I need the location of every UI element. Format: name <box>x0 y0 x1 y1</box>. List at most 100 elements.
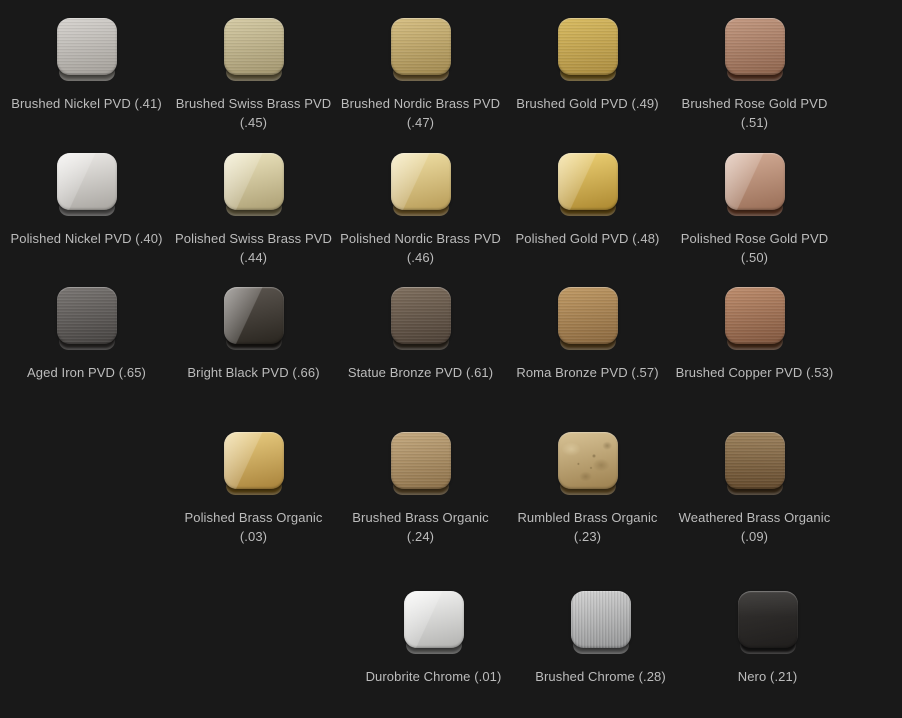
finish-swatch-face <box>391 18 451 75</box>
finish-label: Durobrite Chrome (.01) <box>366 667 502 686</box>
finish-label-line: Polished Nickel PVD (.40) <box>10 229 162 248</box>
finish-label: Brushed Swiss Brass PVD(.45) <box>176 94 331 132</box>
finish-label: Polished Gold PVD (.48) <box>516 229 660 248</box>
finish-label-line: Brushed Nordic Brass PVD <box>341 94 500 113</box>
finish-swatch <box>725 432 785 495</box>
finish-label-line: Brushed Brass Organic (.24) <box>337 508 504 546</box>
finish-label: Brushed Brass Organic (.24) <box>337 508 504 546</box>
finish-swatch-face <box>558 432 618 489</box>
finish-swatch-face <box>224 287 284 344</box>
finish-swatch <box>558 432 618 495</box>
finish-label: Brushed Rose Gold PVD (.51) <box>671 94 838 132</box>
finish-label-line: Brushed Copper PVD (.53) <box>676 363 834 382</box>
finish-option[interactable]: Polished Nickel PVD (.40) <box>3 153 170 267</box>
finish-swatch-face <box>725 287 785 344</box>
finish-label: Brushed Gold PVD (.49) <box>516 94 658 113</box>
finish-option[interactable]: Brushed Nordic Brass PVD(.47) <box>337 18 504 132</box>
finish-option[interactable]: Bright Black PVD (.66) <box>170 287 337 382</box>
finish-label: Roma Bronze PVD (.57) <box>516 363 658 382</box>
finish-swatch <box>391 432 451 495</box>
finish-swatch-face <box>725 18 785 75</box>
finish-swatch <box>224 18 284 81</box>
finish-row: Brushed Nickel PVD (.41) Brushed Swiss B… <box>0 18 902 132</box>
finish-swatch <box>391 18 451 81</box>
finish-label-line: Durobrite Chrome (.01) <box>366 667 502 686</box>
finish-option[interactable]: Roma Bronze PVD (.57) <box>504 287 671 382</box>
finish-option[interactable]: Brushed Rose Gold PVD (.51) <box>671 18 838 132</box>
finish-swatch-face <box>558 287 618 344</box>
finish-label-line: Brushed Gold PVD (.49) <box>516 94 658 113</box>
finish-option[interactable]: Nero (.21) <box>684 591 851 686</box>
finish-label: Brushed Nordic Brass PVD(.47) <box>341 94 500 132</box>
finish-swatch <box>571 591 631 654</box>
finish-swatch <box>725 153 785 216</box>
finish-option[interactable]: Rumbled Brass Organic (.23) <box>504 432 671 546</box>
finish-label-line: (.09) <box>679 527 831 546</box>
finish-swatch <box>738 591 798 654</box>
finish-option[interactable]: Brushed Copper PVD (.53) <box>671 287 838 382</box>
finish-swatch-face <box>391 287 451 344</box>
finish-row: Aged Iron PVD (.65) Bright Black PVD (.6… <box>0 287 902 382</box>
finish-label-line: Brushed Swiss Brass PVD <box>176 94 331 113</box>
finish-swatch <box>57 153 117 216</box>
finish-swatch-face <box>224 153 284 210</box>
finish-swatch <box>558 153 618 216</box>
finish-label-line: (.44) <box>175 248 332 267</box>
finish-label-line: Brushed Chrome (.28) <box>535 667 666 686</box>
finish-option[interactable]: Polished Swiss Brass PVD(.44) <box>170 153 337 267</box>
finish-swatch <box>404 591 464 654</box>
finish-label: Polished Nordic Brass PVD(.46) <box>340 229 501 267</box>
finish-row: Polished Brass Organic (.03) Brushed Bra… <box>0 432 902 546</box>
finish-option[interactable]: Statue Bronze PVD (.61) <box>337 287 504 382</box>
finish-option[interactable]: Polished Nordic Brass PVD(.46) <box>337 153 504 267</box>
finish-label: Statue Bronze PVD (.61) <box>348 363 493 382</box>
finish-label-line: Weathered Brass Organic <box>679 508 831 527</box>
finish-swatch <box>224 153 284 216</box>
finish-option[interactable]: Aged Iron PVD (.65) <box>3 287 170 382</box>
finish-swatch <box>391 153 451 216</box>
finish-label-line: Aged Iron PVD (.65) <box>27 363 146 382</box>
finish-option[interactable]: Durobrite Chrome (.01) <box>350 591 517 686</box>
finish-label: Nero (.21) <box>738 667 798 686</box>
finish-swatch <box>391 287 451 350</box>
finish-swatch-face <box>738 591 798 648</box>
finish-label-line: Rumbled Brass Organic (.23) <box>504 508 671 546</box>
finish-swatch-face <box>224 18 284 75</box>
finish-label: Aged Iron PVD (.65) <box>27 363 146 382</box>
finish-swatch-face <box>558 18 618 75</box>
finish-label-line: Polished Gold PVD (.48) <box>516 229 660 248</box>
finish-swatch-face <box>391 432 451 489</box>
finish-option[interactable]: Brushed Chrome (.28) <box>517 591 684 686</box>
finish-option[interactable]: Brushed Brass Organic (.24) <box>337 432 504 546</box>
finish-swatch-face <box>391 153 451 210</box>
finish-option[interactable]: Weathered Brass Organic(.09) <box>671 432 838 546</box>
finish-option[interactable]: Polished Gold PVD (.48) <box>504 153 671 267</box>
finish-swatch <box>725 18 785 81</box>
finish-option[interactable]: Brushed Gold PVD (.49) <box>504 18 671 132</box>
finish-grid: Brushed Nickel PVD (.41) Brushed Swiss B… <box>0 18 902 686</box>
finish-swatch-face <box>57 153 117 210</box>
finish-swatch-face <box>725 153 785 210</box>
finish-swatch-face <box>57 287 117 344</box>
finish-swatch <box>57 287 117 350</box>
finish-swatch <box>57 18 117 81</box>
finish-swatch <box>558 18 618 81</box>
finish-label: Polished Swiss Brass PVD(.44) <box>175 229 332 267</box>
finish-label-line: (.45) <box>176 113 331 132</box>
finish-option[interactable]: Polished Rose Gold PVD (.50) <box>671 153 838 267</box>
finish-swatch-face <box>571 591 631 648</box>
finish-swatch-face <box>404 591 464 648</box>
finish-option[interactable]: Brushed Swiss Brass PVD(.45) <box>170 18 337 132</box>
finish-swatch-face <box>558 153 618 210</box>
finish-option[interactable]: Brushed Nickel PVD (.41) <box>3 18 170 132</box>
finish-label-line: Brushed Nickel PVD (.41) <box>11 94 162 113</box>
finish-row: Durobrite Chrome (.01) Brushed Chrome (.… <box>0 591 902 686</box>
finish-label-line: Brushed Rose Gold PVD (.51) <box>671 94 838 132</box>
finish-label-line: (.46) <box>340 248 501 267</box>
finish-option[interactable]: Polished Brass Organic (.03) <box>170 432 337 546</box>
finish-swatch <box>224 287 284 350</box>
finish-label: Rumbled Brass Organic (.23) <box>504 508 671 546</box>
finish-label: Polished Brass Organic (.03) <box>170 508 337 546</box>
finish-label: Brushed Nickel PVD (.41) <box>11 94 162 113</box>
finish-swatch <box>725 287 785 350</box>
